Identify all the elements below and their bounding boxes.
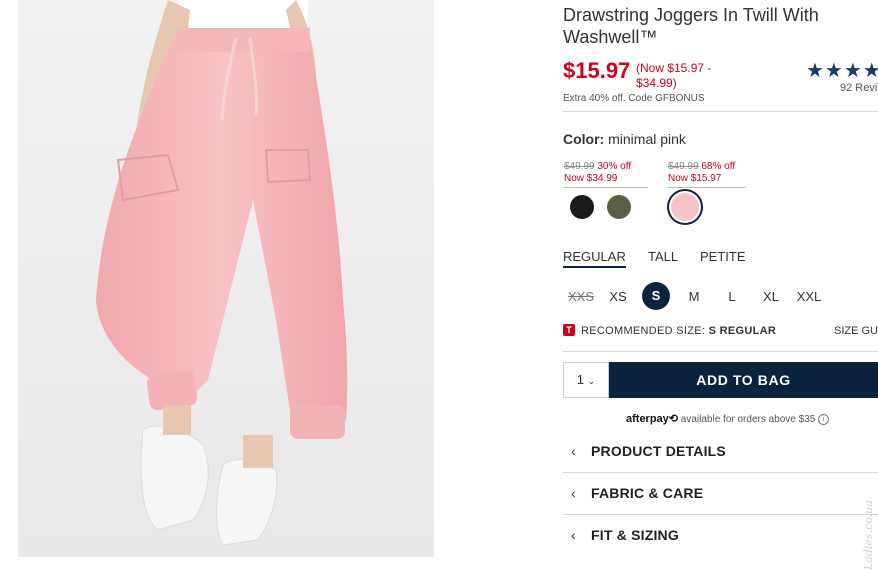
divider: [563, 111, 878, 112]
discount-text: 68% off: [701, 161, 736, 172]
tab-petite[interactable]: PETITE: [700, 249, 746, 264]
tab-tall[interactable]: TALL: [648, 249, 678, 264]
recommended-size-value: S REGULAR: [708, 325, 777, 337]
size-l[interactable]: L: [726, 289, 738, 304]
size-xxs[interactable]: XXS: [566, 289, 596, 304]
size-xl[interactable]: XL: [762, 289, 780, 304]
watermark: Ladies.co.ua: [862, 500, 875, 570]
tab-regular[interactable]: REGULAR: [563, 249, 626, 268]
size-xxl[interactable]: XXL: [795, 289, 823, 304]
size-m[interactable]: M: [686, 289, 702, 304]
quantity-select[interactable]: 1 ⌄: [563, 362, 609, 398]
review-count-link[interactable]: 92 Revi: [840, 82, 877, 94]
product-image[interactable]: [18, 0, 434, 557]
recommended-size: RECOMMENDED SIZE: S REGULAR: [581, 325, 776, 337]
price-group-2: $49.99 68% off Now $15.97: [668, 161, 746, 188]
price-group-1: $49.99 30% off Now $34.99: [564, 161, 648, 188]
original-price: $49.99: [668, 161, 699, 172]
color-label: Color:: [563, 131, 605, 147]
color-selection: Color: minimal pink: [563, 131, 686, 147]
divider: [563, 351, 878, 352]
product-info-panel: Drawstring Joggers In Twill With Washwel…: [563, 0, 878, 572]
color-value: minimal pink: [608, 131, 686, 147]
swatch-olive[interactable]: [607, 195, 631, 219]
afterpay-logo: afterpay⟲: [626, 413, 679, 425]
accordion-product-details[interactable]: ‹ PRODUCT DETAILS: [563, 430, 878, 473]
joggers-illustration: [96, 0, 348, 546]
accordion-label: FABRIC & CARE: [591, 485, 704, 501]
info-icon[interactable]: i: [818, 413, 830, 425]
rating-stars[interactable]: ★★★★: [806, 58, 878, 83]
promo-text: Extra 40% off. Code GFBONUS: [563, 93, 705, 104]
swatch-black[interactable]: [570, 195, 594, 219]
product-title: Drawstring Joggers In Twill With Washwel…: [563, 5, 819, 47]
true-fit-badge-icon: T: [563, 324, 575, 336]
size-xs[interactable]: XS: [607, 289, 629, 304]
price-range: (Now $15.97 - $34.99): [636, 61, 712, 90]
now-price: Now $34.99: [564, 173, 618, 184]
add-to-bag-button[interactable]: ADD TO BAG: [609, 362, 878, 398]
chevron-down-icon: ⌄: [587, 376, 596, 386]
recommended-size-label: RECOMMENDED SIZE:: [581, 325, 706, 337]
size-guide-link[interactable]: SIZE GU: [834, 325, 878, 337]
chevron-left-icon: ‹: [571, 527, 576, 543]
afterpay-text: available for orders above $35: [680, 414, 816, 425]
accordion-label: PRODUCT DETAILS: [591, 443, 726, 459]
accordion-label: FIT & SIZING: [591, 527, 679, 543]
original-price: $49.99: [564, 161, 595, 172]
swatch-minimal-pink[interactable]: [671, 193, 699, 221]
accordion-fabric-care[interactable]: ‹ FABRIC & CARE: [563, 472, 878, 515]
discount-text: 30% off: [597, 161, 632, 172]
chevron-left-icon: ‹: [571, 485, 576, 501]
afterpay-info: afterpay⟲ available for orders above $35…: [626, 412, 830, 425]
quantity-value: 1: [576, 372, 585, 387]
chevron-left-icon: ‹: [571, 443, 576, 459]
accordion-fit-sizing[interactable]: ‹ FIT & SIZING: [563, 514, 878, 556]
sale-price: $15.97: [563, 58, 631, 83]
now-price: Now $15.97: [668, 173, 722, 184]
size-s[interactable]: S: [642, 282, 670, 310]
